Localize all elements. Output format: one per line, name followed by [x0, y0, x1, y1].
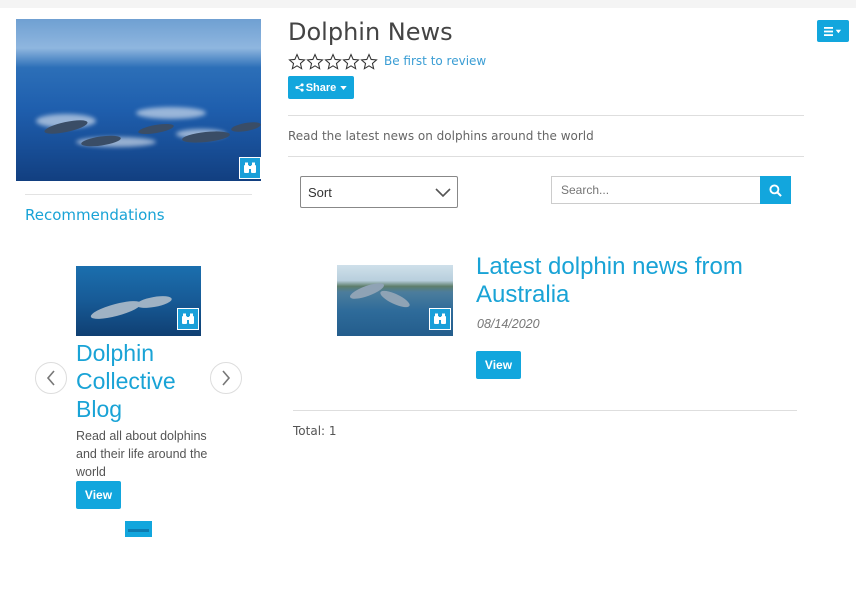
page-title: Dolphin News: [288, 18, 453, 46]
divider: [25, 194, 252, 195]
binoculars-icon[interactable]: [429, 308, 451, 330]
news-view-button[interactable]: View: [476, 351, 521, 379]
page-description: Read the latest news on dolphins around …: [288, 129, 594, 143]
star-empty-icon[interactable]: [324, 53, 342, 71]
recommendation-description: Read all about dolphins and their life a…: [76, 429, 208, 479]
top-bar: [0, 0, 856, 8]
sort-label: Sort: [308, 184, 332, 200]
search-input[interactable]: [551, 176, 760, 204]
binoculars-icon[interactable]: [177, 308, 199, 330]
total-count: Total: 1: [293, 424, 337, 438]
recommendations-title: Recommendations: [25, 206, 165, 224]
chevron-right-icon: [222, 370, 231, 386]
search-icon: [769, 183, 782, 197]
news-date: 08/14/2020: [477, 317, 540, 331]
binoculars-icon[interactable]: [239, 157, 261, 179]
hero-image[interactable]: [16, 19, 261, 181]
divider: [288, 156, 804, 157]
share-icon: [295, 83, 304, 92]
sort-select[interactable]: Sort: [300, 176, 458, 208]
chevron-down-icon: [435, 188, 451, 198]
star-empty-icon[interactable]: [288, 53, 306, 71]
star-empty-icon[interactable]: [306, 53, 324, 71]
star-empty-icon[interactable]: [342, 53, 360, 71]
menu-button[interactable]: [817, 20, 849, 42]
star-empty-icon[interactable]: [360, 53, 378, 71]
search-button[interactable]: [760, 176, 791, 204]
recommendation-image[interactable]: [76, 266, 201, 336]
caret-down-icon: [340, 85, 347, 90]
recommendation-title-link[interactable]: Dolphin Collective Blog: [76, 339, 206, 423]
recommendation-view-button[interactable]: View: [76, 481, 121, 509]
dolphins-illustration: [44, 120, 261, 147]
carousel-prev-button[interactable]: [35, 362, 67, 394]
review-link[interactable]: Be first to review: [384, 54, 486, 68]
chevron-left-icon: [46, 370, 55, 386]
carousel-next-button[interactable]: [210, 362, 242, 394]
share-button[interactable]: Share: [288, 76, 354, 99]
divider: [288, 115, 804, 116]
news-image[interactable]: [337, 265, 453, 336]
carousel-indicator[interactable]: [125, 521, 152, 537]
share-label: Share: [305, 81, 337, 94]
menu-icon: [824, 26, 842, 36]
news-title-link[interactable]: Latest dolphin news from Australia: [476, 253, 776, 309]
divider: [293, 410, 797, 411]
rating-stars[interactable]: [288, 53, 378, 71]
